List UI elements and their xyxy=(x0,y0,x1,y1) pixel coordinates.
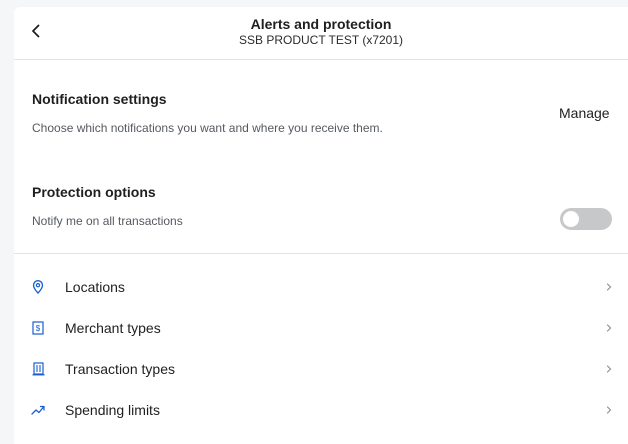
alerts-panel: Alerts and protection SSB PRODUCT TEST (… xyxy=(14,7,628,444)
chevron-right-icon xyxy=(606,364,612,373)
manage-button[interactable]: Manage xyxy=(559,105,610,121)
chevron-right-icon xyxy=(606,405,612,414)
page-title: Alerts and protection xyxy=(250,16,392,32)
building-icon xyxy=(31,361,45,376)
svg-text:$: $ xyxy=(36,324,41,333)
account-subtitle: SSB PRODUCT TEST (x7201) xyxy=(238,33,404,47)
notification-settings-title: Notification settings xyxy=(32,91,167,107)
row-label: Merchant types xyxy=(65,319,161,336)
header-divider xyxy=(14,59,628,60)
notification-settings-description: Choose which notifications you want and … xyxy=(32,121,383,135)
notify-all-transactions-toggle[interactable] xyxy=(560,208,612,230)
toggle-knob xyxy=(563,211,579,227)
location-pin-icon xyxy=(31,279,45,294)
row-label: Spending limits xyxy=(65,401,160,418)
chevron-right-icon xyxy=(606,323,612,332)
row-transaction-types[interactable]: Transaction types xyxy=(14,348,628,389)
protection-options-title: Protection options xyxy=(32,184,156,200)
options-divider xyxy=(14,253,628,254)
row-spending-limits[interactable]: Spending limits xyxy=(14,389,628,430)
row-label: Locations xyxy=(65,278,125,295)
chevron-right-icon xyxy=(606,282,612,291)
page-header: Alerts and protection SSB PRODUCT TEST (… xyxy=(14,7,628,59)
row-label: Transaction types xyxy=(65,360,175,377)
notify-all-transactions-label: Notify me on all transactions xyxy=(32,214,183,228)
row-merchant-types[interactable]: $ Merchant types xyxy=(14,307,628,348)
row-locations[interactable]: Locations xyxy=(14,266,628,307)
dollar-receipt-icon: $ xyxy=(31,320,45,335)
trending-up-icon xyxy=(31,403,45,417)
